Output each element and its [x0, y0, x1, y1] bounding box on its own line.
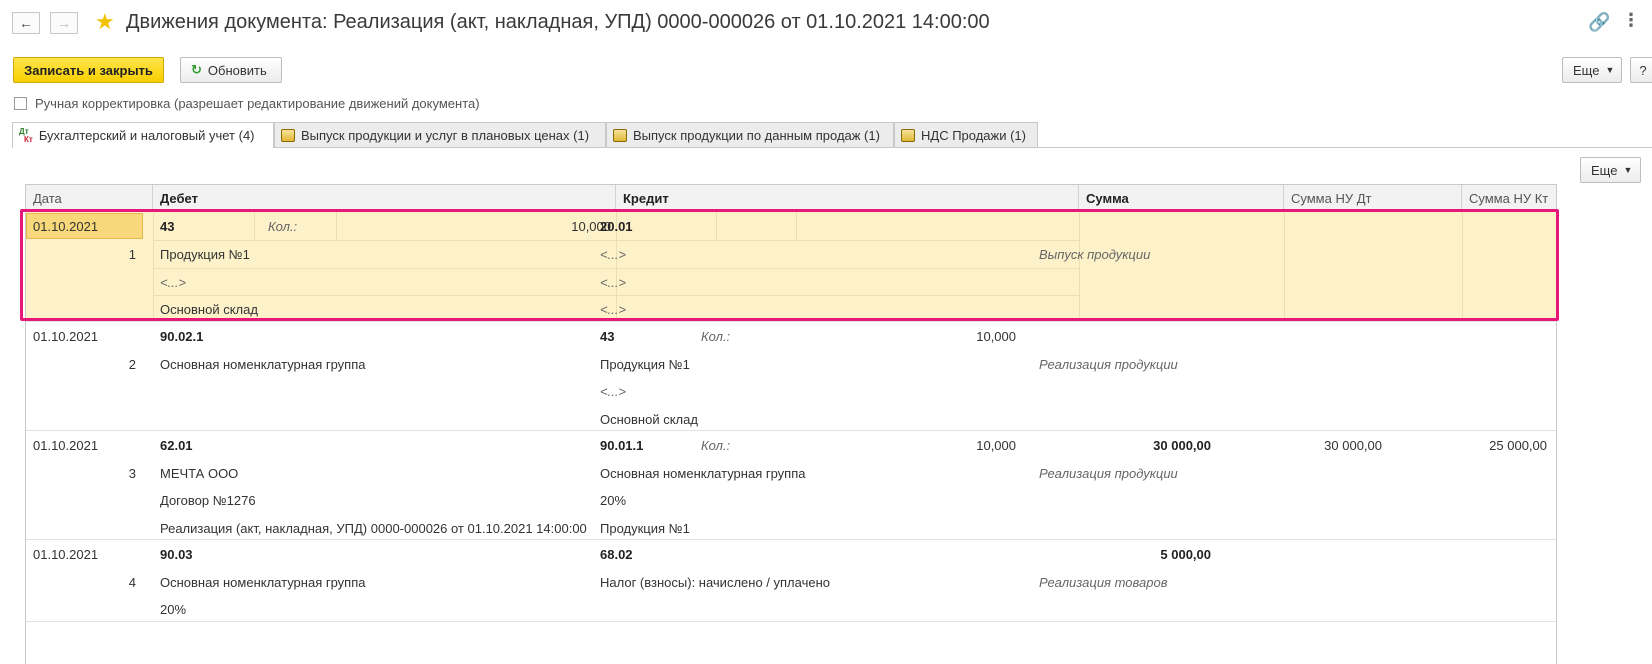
- more-vertical-icon[interactable]: ⋮: [1622, 10, 1640, 31]
- credit-account: 68.02: [600, 547, 633, 562]
- credit-subconto-1: Продукция №1: [600, 357, 690, 372]
- chevron-down-icon: ▼: [1623, 165, 1633, 175]
- debit-subconto-1: Основная номенклатурная группа: [160, 575, 366, 590]
- highlight-frame: [20, 209, 1559, 321]
- register-icon: [613, 128, 627, 142]
- debit-subconto-2: 20%: [160, 602, 187, 617]
- credit-subconto-1: Налог (взносы): начислено / уплачено: [600, 575, 830, 590]
- credit-qty-label: Кол.:: [701, 329, 731, 344]
- save-and-close-button[interactable]: Записать и закрыть: [13, 57, 164, 83]
- chevron-down-icon: ▼: [1605, 65, 1615, 75]
- credit-subconto-3: Продукция №1: [600, 521, 690, 536]
- tab-sales-data[interactable]: Выпуск продукции по данным продаж (1): [606, 122, 894, 147]
- register-icon: [901, 128, 915, 142]
- col-credit[interactable]: Кредит: [616, 185, 1079, 212]
- col-sum-nu-kt[interactable]: Сумма НУ Кт: [1462, 185, 1556, 212]
- debit-subconto-2: Договор №1276: [160, 493, 256, 508]
- row-content: Реализация товаров: [1039, 575, 1168, 590]
- favorite-star-icon[interactable]: ★: [95, 9, 115, 35]
- credit-account: 43: [600, 329, 615, 344]
- refresh-button[interactable]: ↻ Обновить: [180, 57, 282, 83]
- link-icon[interactable]: 🔗: [1588, 12, 1610, 33]
- help-button[interactable]: ?: [1630, 57, 1652, 83]
- credit-qty-label: Кол.:: [701, 438, 731, 453]
- row-sum: 30 000,00: [1153, 438, 1211, 453]
- row-number: 4: [128, 575, 136, 590]
- manual-correction-label: Ручная корректировка (разрешает редактир…: [35, 96, 480, 111]
- row-sum: 5 000,00: [1160, 547, 1211, 562]
- row-number: 3: [128, 466, 136, 481]
- credit-qty: 10,000: [976, 329, 1016, 344]
- page-title: Движения документа: Реализация (акт, нак…: [126, 11, 990, 33]
- debit-account: 90.03: [160, 547, 193, 562]
- credit-account: 90.01.1: [600, 438, 644, 453]
- debit-subconto-1: Основная номенклатурная группа: [160, 357, 366, 372]
- row-number: 2: [128, 357, 136, 372]
- tab-planned-prices[interactable]: Выпуск продукции и услуг в плановых цена…: [274, 122, 606, 147]
- credit-subconto-1: Основная номенклатурная группа: [600, 466, 806, 481]
- col-sum-nu-dt[interactable]: Сумма НУ Дт: [1284, 185, 1462, 212]
- table-more-button[interactable]: Еще ▼: [1580, 157, 1641, 183]
- manual-correction-checkbox[interactable]: [14, 97, 27, 110]
- credit-subconto-2: 20%: [600, 493, 627, 508]
- arrow-right-icon: →: [57, 15, 71, 31]
- credit-subconto-2: <...>: [600, 384, 627, 399]
- tab-accounting[interactable]: Дт Кт Бухгалтерский и налоговый учет (4): [12, 122, 274, 148]
- row-content: Реализация продукции: [1039, 466, 1178, 481]
- row-date: 01.10.2021: [33, 547, 99, 562]
- row-content: Реализация продукции: [1039, 357, 1178, 372]
- forward-button[interactable]: →: [50, 12, 78, 34]
- refresh-icon: ↻: [191, 62, 202, 77]
- debit-account: 62.01: [160, 438, 193, 453]
- debit-subconto-3: Реализация (акт, накладная, УПД) 0000-00…: [160, 521, 587, 536]
- more-button[interactable]: Еще ▼: [1562, 57, 1622, 83]
- row-date: 01.10.2021: [33, 329, 99, 344]
- credit-qty: 10,000: [976, 438, 1016, 453]
- arrow-left-icon: ←: [19, 15, 33, 31]
- row-sum-nu-kt: 25 000,00: [1489, 438, 1547, 453]
- col-date[interactable]: Дата: [26, 185, 153, 212]
- col-sum[interactable]: Сумма: [1079, 185, 1284, 212]
- debit-account: 90.02.1: [160, 329, 204, 344]
- col-debit[interactable]: Дебет: [153, 185, 616, 212]
- row-date: 01.10.2021: [33, 438, 99, 453]
- row-sum-nu-dt: 30 000,00: [1324, 438, 1382, 453]
- back-button[interactable]: ←: [12, 12, 40, 34]
- debit-subconto-1: МЕЧТА ООО: [160, 466, 239, 481]
- dt-kt-icon: Дт Кт: [19, 126, 33, 144]
- credit-subconto-3: Основной склад: [600, 412, 698, 427]
- tab-vat-sales[interactable]: НДС Продажи (1): [894, 122, 1038, 147]
- register-icon: [281, 128, 295, 142]
